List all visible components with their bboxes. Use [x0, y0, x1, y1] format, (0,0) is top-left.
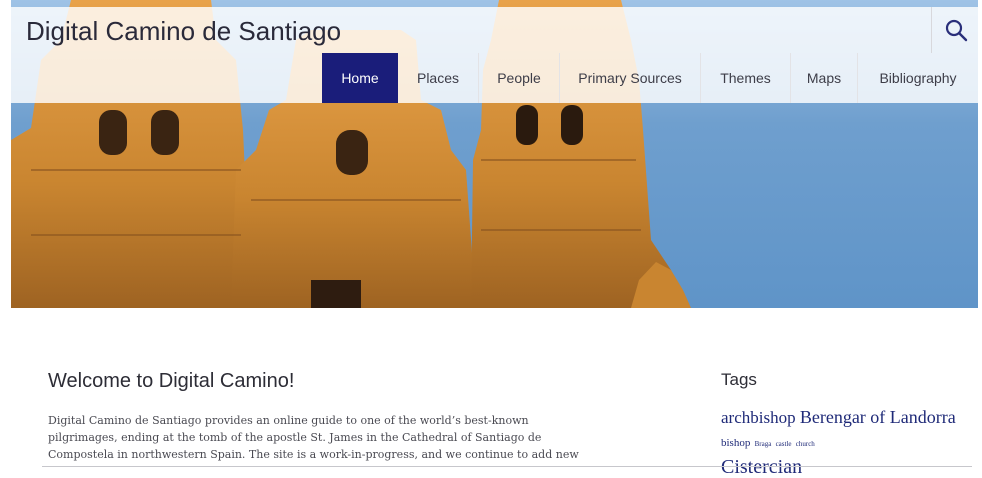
search-icon	[945, 19, 967, 42]
site-title[interactable]: Digital Camino de Santiago	[26, 16, 341, 47]
main-content: Welcome to Digital Camino! Digital Camin…	[48, 370, 648, 461]
nav-places[interactable]: Places	[398, 53, 479, 103]
main-nav: Home Places People Primary Sources Theme…	[322, 53, 978, 103]
page-title: Welcome to Digital Camino!	[48, 370, 295, 392]
nav-home[interactable]: Home	[322, 53, 398, 103]
intro-line: pilgrimages, ending at the tomb of the a…	[48, 431, 542, 444]
intro-line: Compostela in northwestern Spain. The si…	[48, 448, 579, 461]
sidebar: Tags archbishop Berengar of Landorra bis…	[721, 370, 961, 478]
tag-link[interactable]: bishop	[721, 437, 750, 449]
intro-paragraph: Digital Camino de Santiago provides an o…	[48, 412, 648, 463]
nav-themes[interactable]: Themes	[701, 53, 791, 103]
nav-people[interactable]: People	[479, 53, 560, 103]
nav-maps[interactable]: Maps	[791, 53, 858, 103]
divider	[42, 466, 972, 467]
tag-link[interactable]: Braga	[755, 440, 772, 448]
nav-bibliography[interactable]: Bibliography	[858, 53, 978, 103]
tag-link[interactable]: castle	[776, 440, 792, 448]
tags-heading: Tags	[721, 370, 757, 389]
tag-link[interactable]: archbishop	[721, 408, 796, 427]
tag-link[interactable]: Cistercian	[721, 456, 802, 478]
intro-line: Digital Camino de Santiago provides an o…	[48, 414, 529, 427]
tag-link[interactable]: Berengar of Landorra	[800, 407, 956, 427]
site-header: Digital Camino de Santiago Home Places P…	[11, 7, 978, 103]
tag-cloud: archbishop Berengar of Landorra bishop B…	[721, 406, 961, 478]
nav-primary-sources[interactable]: Primary Sources	[560, 53, 701, 103]
search-button[interactable]	[931, 7, 979, 53]
tag-link[interactable]: church	[796, 440, 815, 448]
